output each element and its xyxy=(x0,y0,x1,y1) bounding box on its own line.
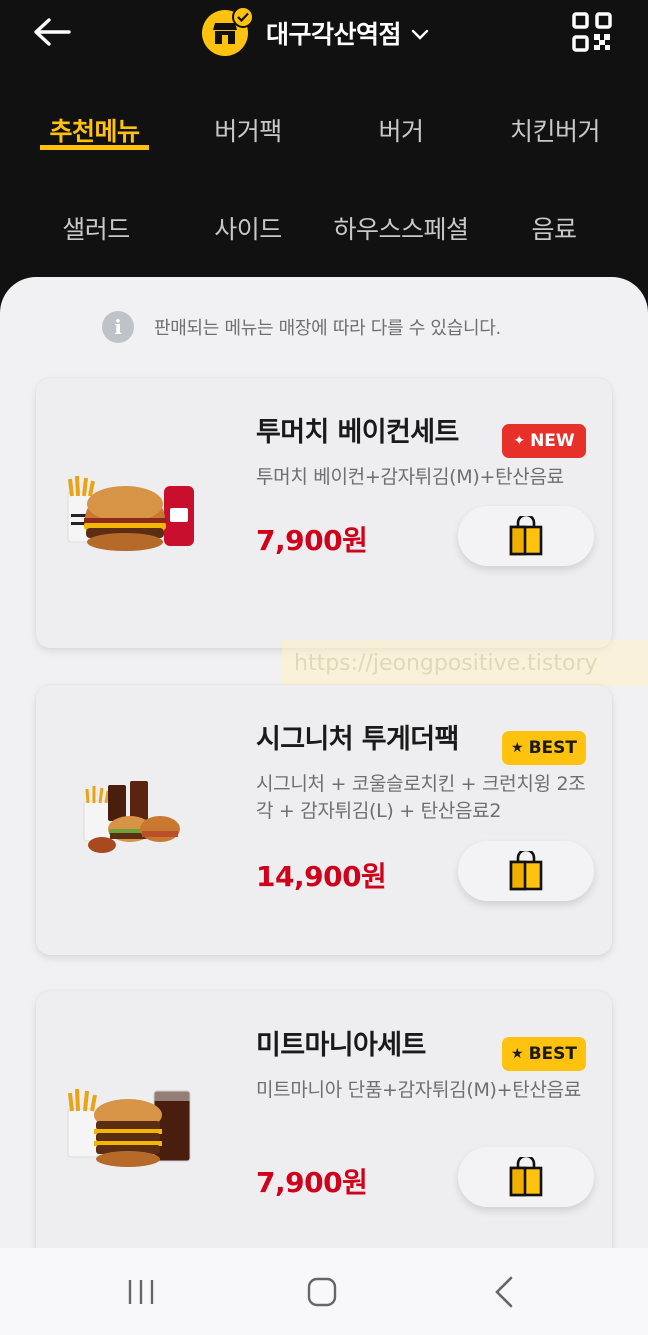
shopping-bag-icon xyxy=(509,1157,543,1197)
qr-code-button[interactable] xyxy=(572,12,612,52)
back-button[interactable] xyxy=(30,12,74,52)
menu-description: 투머치 베이컨+감자튀김(M)+탄산음료 xyxy=(256,466,564,488)
notice-text: 판매되는 메뉴는 매장에 따라 다를 수 있습니다. xyxy=(154,318,501,339)
tab-chicken-burger[interactable]: 치킨버거 xyxy=(497,112,613,148)
app-header: 대구각산역점 xyxy=(0,0,648,70)
menu-description: 시그니처 + 코울슬로치킨 + 크런치윙 2조각 + 감자튀김(L) + 탄산음… xyxy=(256,773,586,822)
qr-code-icon xyxy=(572,12,612,52)
shopping-bag-icon xyxy=(509,516,543,556)
menu-name: 시그니처 투게더팩 xyxy=(256,724,459,755)
menu-price: 14,900원 xyxy=(256,860,387,893)
watermark: https://jeongpositive.tistory xyxy=(282,640,648,686)
tab-burger-pack[interactable]: 버거팩 xyxy=(196,112,300,148)
sparkle-icon: ✦ xyxy=(513,433,526,449)
chevron-left-icon xyxy=(495,1276,513,1308)
tab-house-special[interactable]: 하우스스페셜 xyxy=(322,210,480,246)
back-nav-button[interactable] xyxy=(474,1270,534,1314)
star-icon: ★ xyxy=(511,740,524,756)
together-pack-image xyxy=(83,781,180,853)
store-icon xyxy=(202,6,254,56)
tab-recommended[interactable]: 추천메뉴 xyxy=(40,112,149,148)
tab-drinks[interactable]: 음료 xyxy=(508,210,600,246)
arrow-left-icon xyxy=(34,18,71,46)
store-name: 대구각산역점 xyxy=(266,20,402,49)
chevron-down-icon xyxy=(411,29,429,40)
meat-mania-set-image xyxy=(67,1088,191,1167)
recent-apps-button[interactable] xyxy=(111,1270,171,1314)
system-nav-bar xyxy=(0,1248,648,1335)
best-badge: ★ BEST xyxy=(502,731,586,765)
recent-apps-icon xyxy=(128,1280,154,1304)
menu-price: 7,900원 xyxy=(256,524,368,557)
add-to-cart-button[interactable] xyxy=(458,506,594,566)
add-to-cart-button[interactable] xyxy=(458,1147,594,1207)
tab-side[interactable]: 사이드 xyxy=(196,210,300,246)
menu-card[interactable]: 투머치 베이컨세트 ✦ NEW 투머치 베이컨+감자튀김(M)+탄산음료 7,9… xyxy=(36,378,612,648)
menu-name: 미트마니아세트 xyxy=(256,1030,426,1061)
active-tab-indicator xyxy=(40,145,149,150)
best-badge: ★ BEST xyxy=(502,1037,586,1071)
home-icon xyxy=(307,1277,337,1307)
menu-price: 7,900원 xyxy=(256,1166,368,1199)
star-icon: ★ xyxy=(511,1046,524,1062)
menu-description: 미트마니아 단품+감자튀김(M)+탄산음료 xyxy=(256,1079,581,1101)
check-icon xyxy=(232,6,254,28)
add-to-cart-button[interactable] xyxy=(458,841,594,901)
notice: i 판매되는 메뉴는 매장에 따라 다를 수 있습니다. xyxy=(102,310,501,344)
new-badge: ✦ NEW xyxy=(502,424,586,458)
menu-card[interactable]: 미트마니아세트 ★ BEST 미트마니아 단품+감자튀김(M)+탄산음료 7,9… xyxy=(36,991,612,1261)
tab-salad[interactable]: 샐러드 xyxy=(44,210,148,246)
burger-set-image xyxy=(67,475,194,551)
info-icon: i xyxy=(102,311,134,343)
shopping-bag-icon xyxy=(509,851,543,891)
store-selector[interactable]: 대구각산역점 xyxy=(202,6,429,58)
tab-burger[interactable]: 버거 xyxy=(356,112,446,148)
home-button[interactable] xyxy=(292,1270,352,1314)
menu-name: 투머치 베이컨세트 xyxy=(256,417,459,448)
menu-card[interactable]: 시그니처 투게더팩 ★ BEST 시그니처 + 코울슬로치킨 + 크런치윙 2조… xyxy=(36,685,612,955)
